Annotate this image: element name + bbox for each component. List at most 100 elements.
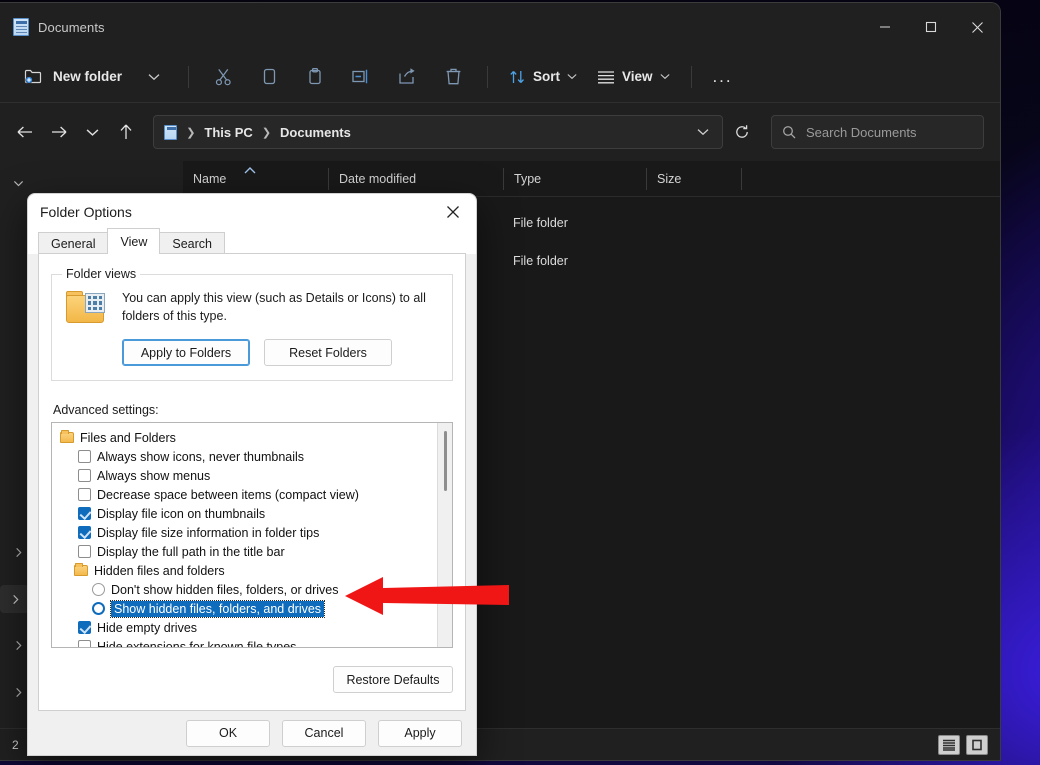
forward-button[interactable] bbox=[44, 115, 74, 149]
checkbox[interactable] bbox=[78, 526, 91, 539]
checkbox[interactable] bbox=[78, 621, 91, 634]
view-button[interactable]: View bbox=[588, 60, 679, 94]
radio-button[interactable] bbox=[92, 602, 105, 615]
tab-general[interactable]: General bbox=[38, 232, 108, 254]
radio-button[interactable] bbox=[92, 583, 105, 596]
folder-icon bbox=[74, 565, 88, 576]
chevron-down-icon bbox=[660, 73, 670, 80]
list-item[interactable]: Always show icons, never thumbnails bbox=[52, 447, 452, 466]
cancel-button[interactable]: Cancel bbox=[282, 720, 366, 747]
up-button[interactable] bbox=[111, 115, 141, 149]
large-icons-view-icon bbox=[971, 739, 983, 751]
apply-to-folders-button[interactable]: Apply to Folders bbox=[122, 339, 250, 366]
search-icon bbox=[782, 125, 796, 139]
paste-button[interactable] bbox=[293, 60, 337, 94]
nav-expand-chevron-2[interactable] bbox=[0, 585, 30, 613]
toolbar-divider-3 bbox=[691, 66, 692, 88]
view-toggle-group bbox=[938, 735, 988, 755]
address-bar[interactable]: ❯ This PC ❯ Documents bbox=[153, 115, 723, 149]
details-view-icon bbox=[942, 739, 956, 751]
list-item-label: Decrease space between items (compact vi… bbox=[97, 488, 359, 502]
checkbox[interactable] bbox=[78, 469, 91, 482]
new-folder-dropdown[interactable] bbox=[132, 60, 176, 94]
share-icon bbox=[397, 67, 417, 86]
column-header-extra[interactable] bbox=[741, 168, 801, 190]
close-button[interactable] bbox=[954, 3, 1000, 51]
column-header-date-modified[interactable]: Date modified bbox=[328, 168, 503, 190]
search-box[interactable]: Search Documents bbox=[771, 115, 984, 149]
tab-view-label: View bbox=[120, 235, 147, 249]
breadcrumb-this-pc[interactable]: This PC bbox=[204, 125, 252, 140]
list-item[interactable]: Display the full path in the title bar bbox=[52, 542, 452, 561]
refresh-button[interactable] bbox=[727, 117, 757, 147]
folder-views-legend: Folder views bbox=[62, 267, 140, 281]
see-more-button[interactable]: ... bbox=[704, 60, 742, 94]
checkbox[interactable] bbox=[78, 640, 91, 648]
list-item[interactable]: Display file size information in folder … bbox=[52, 523, 452, 542]
share-button[interactable] bbox=[385, 60, 429, 94]
back-button[interactable] bbox=[10, 115, 40, 149]
list-item[interactable]: Decrease space between items (compact vi… bbox=[52, 485, 452, 504]
apply-button[interactable]: Apply bbox=[378, 720, 462, 747]
list-item[interactable]: Always show menus bbox=[52, 466, 452, 485]
list-item[interactable]: Hide extensions for known file types bbox=[52, 637, 452, 648]
view-tab-page: Folder views You can apply this view (su… bbox=[38, 253, 466, 711]
column-header-size[interactable]: Size bbox=[646, 168, 741, 190]
back-arrow-icon bbox=[16, 125, 34, 139]
checkbox[interactable] bbox=[78, 488, 91, 501]
toolbar-divider-2 bbox=[487, 66, 488, 88]
forward-arrow-icon bbox=[50, 125, 68, 139]
list-item-label: Display the full path in the title bar bbox=[97, 545, 285, 559]
address-dropdown-button[interactable] bbox=[688, 117, 718, 147]
list-item[interactable]: Hidden files and folders bbox=[52, 561, 452, 580]
checkbox[interactable] bbox=[78, 545, 91, 558]
list-item[interactable]: Don't show hidden files, folders, or dri… bbox=[52, 580, 452, 599]
new-folder-label: New folder bbox=[53, 69, 122, 84]
new-folder-button[interactable]: New folder bbox=[14, 60, 130, 94]
advanced-settings-items: Files and Folders Always show icons, nev… bbox=[52, 423, 452, 648]
reset-folders-button[interactable]: Reset Folders bbox=[264, 339, 392, 366]
checkbox[interactable] bbox=[78, 450, 91, 463]
list-item[interactable]: Display file icon on thumbnails bbox=[52, 504, 452, 523]
list-item-label: Display file icon on thumbnails bbox=[97, 507, 265, 521]
breadcrumb-documents[interactable]: Documents bbox=[280, 125, 351, 140]
title-bar-left: Documents bbox=[0, 18, 105, 36]
recent-locations-button[interactable] bbox=[78, 115, 108, 149]
delete-button[interactable] bbox=[431, 60, 475, 94]
large-icons-view-button[interactable] bbox=[966, 735, 988, 755]
list-item-selected[interactable]: Show hidden files, folders, and drives bbox=[52, 599, 452, 618]
chevron-right-icon bbox=[13, 640, 24, 651]
new-folder-icon bbox=[24, 68, 43, 85]
restore-defaults-button[interactable]: Restore Defaults bbox=[333, 666, 453, 693]
tab-search[interactable]: Search bbox=[159, 232, 225, 254]
nav-expand-chevron-0[interactable] bbox=[6, 169, 30, 197]
dialog-close-button[interactable] bbox=[430, 194, 476, 230]
documents-folder-icon bbox=[13, 18, 29, 36]
cell-type: File folder bbox=[503, 254, 646, 268]
checkbox[interactable] bbox=[78, 507, 91, 520]
column-header-type[interactable]: Type bbox=[503, 168, 646, 190]
minimize-button[interactable] bbox=[862, 3, 908, 51]
search-input[interactable]: Search Documents bbox=[806, 125, 917, 140]
column-headers: Name Date modified Type Size bbox=[183, 161, 1000, 197]
copy-button[interactable] bbox=[247, 60, 291, 94]
window-title: Documents bbox=[38, 20, 105, 35]
tab-general-label: General bbox=[51, 237, 95, 251]
list-item[interactable]: Files and Folders bbox=[52, 428, 452, 447]
paste-icon bbox=[306, 67, 324, 86]
list-item[interactable]: Hide empty drives bbox=[52, 618, 452, 637]
cut-button[interactable] bbox=[201, 60, 245, 94]
tab-view[interactable]: View bbox=[107, 228, 160, 254]
sort-icon bbox=[509, 69, 526, 85]
ok-button[interactable]: OK bbox=[186, 720, 270, 747]
details-view-button[interactable] bbox=[938, 735, 960, 755]
advanced-settings-list[interactable]: Files and Folders Always show icons, nev… bbox=[51, 422, 453, 648]
sort-button[interactable]: Sort bbox=[500, 60, 586, 94]
scrollbar-thumb[interactable] bbox=[444, 431, 447, 491]
maximize-button[interactable] bbox=[908, 3, 954, 51]
up-arrow-icon bbox=[119, 123, 133, 141]
rename-button[interactable] bbox=[339, 60, 383, 94]
item-count: 2 bbox=[12, 738, 19, 752]
advanced-settings-scrollbar[interactable] bbox=[437, 423, 452, 647]
chevron-right-icon bbox=[13, 687, 24, 698]
